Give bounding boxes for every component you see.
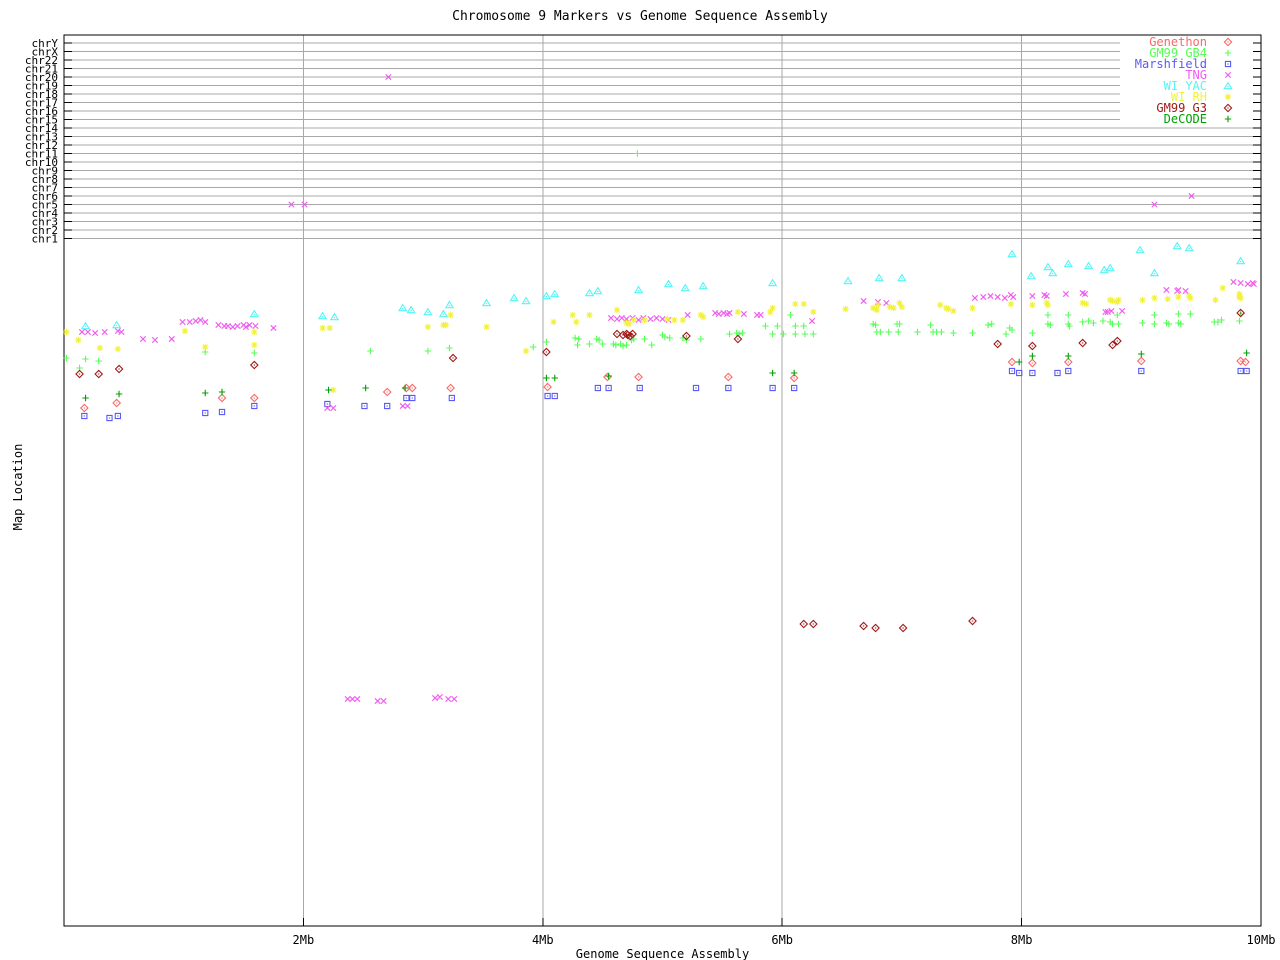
marker-set bbox=[63, 285, 1244, 393]
x-tick-label: 8Mb bbox=[1011, 933, 1033, 947]
marker-set bbox=[79, 74, 1256, 703]
series-marshfield bbox=[82, 368, 1249, 420]
legend-label: DeCODE bbox=[1164, 112, 1207, 126]
legend-marker-icon bbox=[1225, 94, 1231, 100]
marker-set bbox=[82, 350, 1249, 401]
figure-canvas: Chromosome 9 Markers vs Genome Sequence … bbox=[0, 0, 1280, 960]
marker-set bbox=[82, 243, 1245, 329]
marker-set bbox=[63, 150, 1244, 371]
series-wi-rh bbox=[63, 285, 1244, 393]
y-axis-label: Map Location bbox=[11, 407, 25, 567]
x-tick-label: 2Mb bbox=[293, 933, 315, 947]
x-axis-label: Genome Sequence Assembly bbox=[64, 947, 1261, 960]
series-tng bbox=[79, 74, 1256, 703]
star-icon bbox=[1225, 94, 1231, 100]
x-tick-label: 10Mb bbox=[1247, 933, 1276, 947]
chromosome-label: chr1 bbox=[32, 233, 59, 246]
series-wi-yac bbox=[82, 243, 1245, 329]
plot-svg: chrYchrXchr22chr21chr20chr19chr18chr17ch… bbox=[0, 0, 1280, 960]
x-tick-label: 4Mb bbox=[532, 933, 554, 947]
x-tick-label: 6Mb bbox=[771, 933, 793, 947]
series-decode bbox=[82, 350, 1249, 401]
marker-set bbox=[82, 368, 1249, 420]
marker-set bbox=[76, 309, 1244, 631]
plot-border bbox=[64, 35, 1261, 926]
series-gm99-g3 bbox=[76, 309, 1244, 631]
series-gm99-gb4 bbox=[63, 150, 1244, 371]
